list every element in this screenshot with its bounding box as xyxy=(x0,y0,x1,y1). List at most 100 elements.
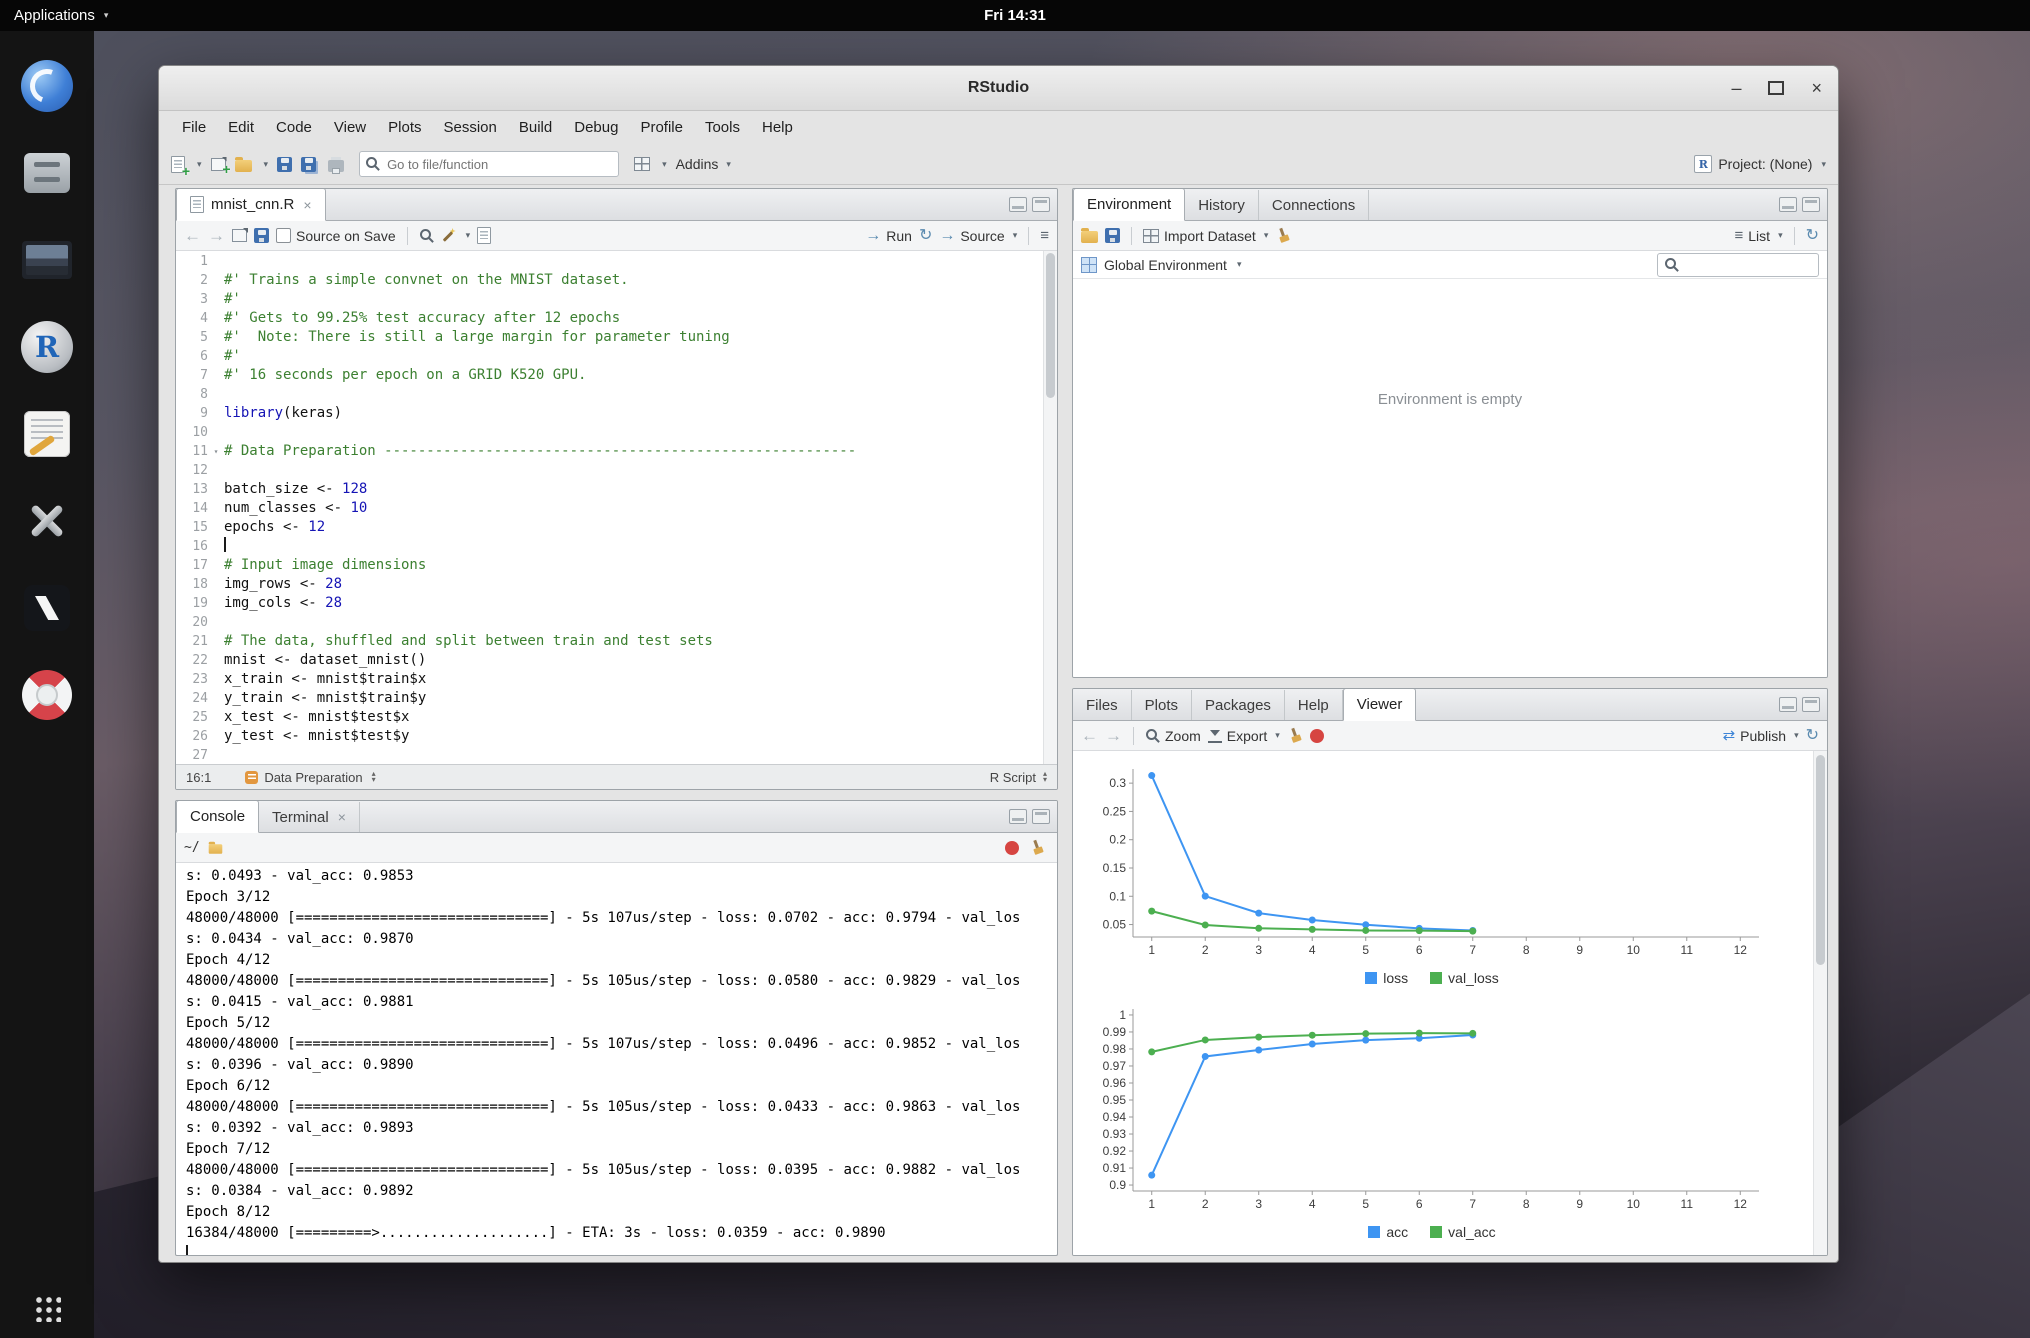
menu-help[interactable]: Help xyxy=(751,119,804,136)
maximize-pane-icon[interactable] xyxy=(1032,197,1050,212)
load-workspace-icon[interactable] xyxy=(1081,231,1098,243)
code-line[interactable]: 12 xyxy=(176,461,1057,480)
code-line[interactable]: 27 xyxy=(176,746,1057,764)
open-file-icon[interactable] xyxy=(235,160,252,172)
back-icon[interactable]: ← xyxy=(1081,727,1098,744)
goto-file-input[interactable] xyxy=(359,151,619,177)
section-selector[interactable]: Data Preparation ▴▾ xyxy=(245,770,375,785)
close-tab-icon[interactable]: × xyxy=(338,809,346,825)
stop-icon[interactable] xyxy=(1310,729,1324,743)
dock-dark-app[interactable] xyxy=(18,579,76,637)
code-line[interactable]: 4#' Gets to 99.25% test accuracy after 1… xyxy=(176,309,1057,328)
zoom-button[interactable]: Zoom xyxy=(1145,728,1201,744)
dock-image-viewer[interactable] xyxy=(18,231,76,289)
chevron-down-icon[interactable]: ▾ xyxy=(197,159,202,170)
code-tools-icon[interactable] xyxy=(441,228,456,243)
code-line[interactable]: 17# Input image dimensions xyxy=(176,556,1057,575)
dock-file-manager[interactable] xyxy=(18,144,76,202)
menu-session[interactable]: Session xyxy=(433,119,508,136)
code-line[interactable]: 2#' Trains a simple convnet on the MNIST… xyxy=(176,271,1057,290)
code-line[interactable]: 1 xyxy=(176,252,1057,271)
new-file-button[interactable]: + xyxy=(171,156,185,173)
code-line[interactable]: 25x_test <- mnist$test$x xyxy=(176,708,1057,727)
dock-text-editor[interactable] xyxy=(18,405,76,463)
environment-search-input[interactable] xyxy=(1684,256,1798,273)
minimize-pane-icon[interactable] xyxy=(1779,197,1797,212)
close-tab-icon[interactable]: × xyxy=(303,197,311,213)
project-menu[interactable]: R Project: (None) ▾ xyxy=(1694,155,1826,173)
tab-console[interactable]: Console xyxy=(176,800,259,833)
document-outline-icon[interactable]: ≡ xyxy=(1040,228,1049,243)
code-line[interactable]: 18img_rows <- 28 xyxy=(176,575,1057,594)
publish-button[interactable]: ⇄ Publish ▾ xyxy=(1723,728,1799,744)
minimize-button[interactable]: – xyxy=(1731,79,1741,97)
menu-debug[interactable]: Debug xyxy=(563,119,629,136)
menu-file[interactable]: File xyxy=(171,119,217,136)
clear-workspace-icon[interactable] xyxy=(1273,225,1294,246)
import-dataset-button[interactable]: Import Dataset ▾ xyxy=(1143,228,1268,244)
code-line[interactable]: 7#' 16 seconds per epoch on a GRID K520 … xyxy=(176,366,1057,385)
save-workspace-icon[interactable] xyxy=(1105,228,1120,243)
save-all-icon[interactable] xyxy=(301,157,316,172)
show-applications-button[interactable] xyxy=(34,1295,61,1322)
console-output[interactable]: s: 0.0493 - val_acc: 0.9853Epoch 3/12480… xyxy=(176,863,1057,1255)
tab-help[interactable]: Help xyxy=(1285,690,1343,720)
tab-plots[interactable]: Plots xyxy=(1132,690,1192,720)
dock-rstudio[interactable]: R xyxy=(18,318,76,376)
find-replace-icon[interactable] xyxy=(419,228,434,243)
menu-profile[interactable]: Profile xyxy=(629,119,694,136)
save-icon[interactable] xyxy=(277,157,292,172)
minimize-pane-icon[interactable] xyxy=(1009,197,1027,212)
menu-code[interactable]: Code xyxy=(265,119,323,136)
close-button[interactable]: × xyxy=(1811,79,1822,97)
menu-edit[interactable]: Edit xyxy=(217,119,265,136)
chevron-down-icon[interactable]: ▾ xyxy=(662,159,667,170)
refresh-icon[interactable]: ↻ xyxy=(1806,728,1819,744)
clear-console-icon[interactable] xyxy=(1027,837,1048,858)
tab-mnist-cnn[interactable]: mnist_cnn.R × xyxy=(176,188,326,221)
back-icon[interactable]: ← xyxy=(184,227,201,244)
menu-build[interactable]: Build xyxy=(508,119,563,136)
maximize-pane-icon[interactable] xyxy=(1032,809,1050,824)
minimize-pane-icon[interactable] xyxy=(1779,697,1797,712)
tab-packages[interactable]: Packages xyxy=(1192,690,1285,720)
export-button[interactable]: Export ▾ xyxy=(1208,728,1280,744)
code-line[interactable]: 19img_cols <- 28 xyxy=(176,594,1057,613)
code-line[interactable]: 23x_train <- mnist$train$x xyxy=(176,670,1057,689)
stop-icon[interactable] xyxy=(1005,841,1019,855)
code-line[interactable]: 8 xyxy=(176,385,1057,404)
code-line[interactable]: 14num_classes <- 10 xyxy=(176,499,1057,518)
source-on-save-toggle[interactable]: Source on Save xyxy=(276,228,396,244)
tab-viewer[interactable]: Viewer xyxy=(1343,688,1417,721)
dock-help[interactable] xyxy=(18,666,76,724)
code-line[interactable]: 21# The data, shuffled and split between… xyxy=(176,632,1057,651)
code-line[interactable]: 26y_test <- mnist$test$y xyxy=(176,727,1057,746)
new-project-button[interactable]: + xyxy=(211,158,226,171)
maximize-pane-icon[interactable] xyxy=(1802,197,1820,212)
code-line[interactable]: 24y_train <- mnist$train$y xyxy=(176,689,1057,708)
goto-working-dir-icon[interactable] xyxy=(208,844,222,854)
dock-tools[interactable] xyxy=(18,492,76,550)
code-line[interactable]: 15epochs <- 12 xyxy=(176,518,1057,537)
list-view-button[interactable]: ≡ List ▾ xyxy=(1735,228,1783,244)
code-line[interactable]: 5#' Note: There is still a large margin … xyxy=(176,328,1057,347)
dock-web-browser[interactable] xyxy=(18,57,76,115)
forward-icon[interactable]: → xyxy=(1105,727,1122,744)
print-icon[interactable] xyxy=(328,160,344,172)
code-line[interactable]: 22mnist <- dataset_mnist() xyxy=(176,651,1057,670)
window-titlebar[interactable]: RStudio – × xyxy=(159,66,1838,111)
code-line[interactable]: 9library(keras) xyxy=(176,404,1057,423)
rerun-icon[interactable]: ↻ xyxy=(919,228,932,244)
chevron-down-icon[interactable]: ▾ xyxy=(264,159,269,170)
code-line[interactable]: 6#' xyxy=(176,347,1057,366)
tab-terminal[interactable]: Terminal × xyxy=(259,802,360,832)
code-line[interactable]: 16 xyxy=(176,537,1057,556)
tab-files[interactable]: Files xyxy=(1073,690,1132,720)
clock[interactable]: Fri 14:31 xyxy=(0,7,2030,24)
code-line[interactable]: 10 xyxy=(176,423,1057,442)
save-icon[interactable] xyxy=(254,228,269,243)
minimize-pane-icon[interactable] xyxy=(1009,809,1027,824)
tab-environment[interactable]: Environment xyxy=(1073,188,1185,221)
code-line[interactable]: 3#' xyxy=(176,290,1057,309)
refresh-icon[interactable]: ↻ xyxy=(1806,228,1819,244)
